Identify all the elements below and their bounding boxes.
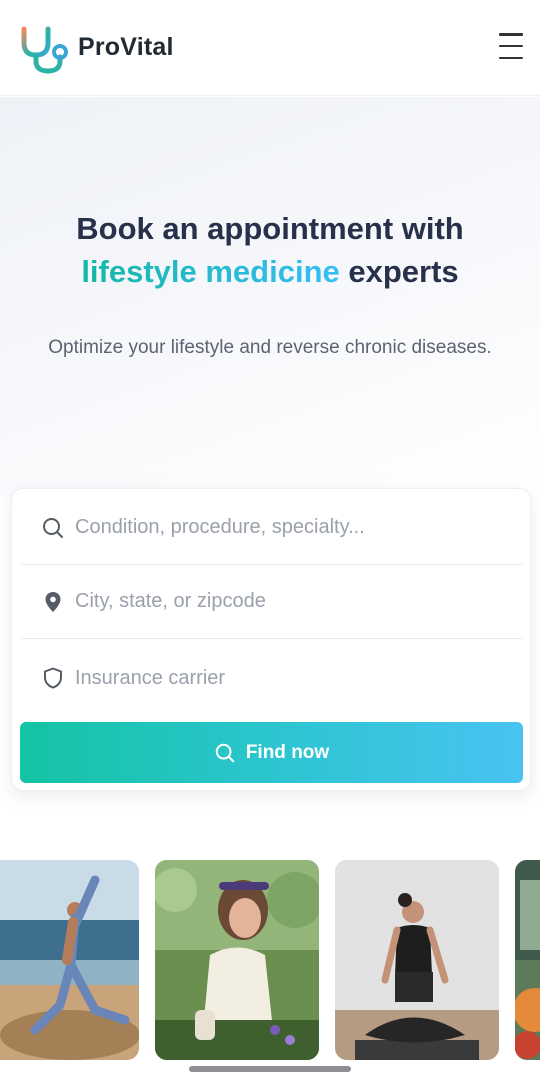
gardening-photo[interactable] [155, 860, 319, 1060]
hero-title-part1: Book an appointment with [76, 211, 464, 246]
map-pin-icon [45, 591, 61, 612]
stethoscope-icon[interactable] [18, 21, 72, 75]
hero-section: Book an appointment with lifestyle medic… [0, 97, 540, 497]
search-card: Find now [11, 488, 531, 791]
search-icon [43, 517, 63, 538]
photo-gallery[interactable] [0, 860, 540, 1060]
location-field[interactable] [21, 565, 523, 639]
find-now-button[interactable]: Find now [20, 722, 523, 783]
insurance-input[interactable] [75, 666, 495, 690]
food-photo[interactable] [515, 860, 540, 1060]
hero-title: Book an appointment with lifestyle medic… [20, 207, 520, 293]
find-now-label: Find now [245, 741, 330, 763]
brand-name[interactable]: ProVital [78, 33, 174, 62]
condition-field[interactable] [21, 491, 523, 565]
hero-title-part2: experts [339, 254, 459, 289]
search-icon [215, 743, 235, 762]
meditation-photo[interactable] [335, 860, 499, 1060]
shield-icon [44, 667, 62, 689]
hero-subtitle: Optimize your lifestyle and reverse chro… [48, 337, 492, 358]
insurance-field[interactable] [21, 641, 523, 715]
hamburger-menu-icon[interactable] [499, 33, 523, 59]
app-header: ProVital [0, 0, 540, 96]
yoga-beach-photo[interactable] [0, 860, 139, 1060]
hero-title-accent: lifestyle medicine [81, 254, 340, 289]
condition-input[interactable] [75, 516, 495, 539]
home-indicator [189, 1066, 351, 1072]
location-input[interactable] [75, 590, 495, 613]
